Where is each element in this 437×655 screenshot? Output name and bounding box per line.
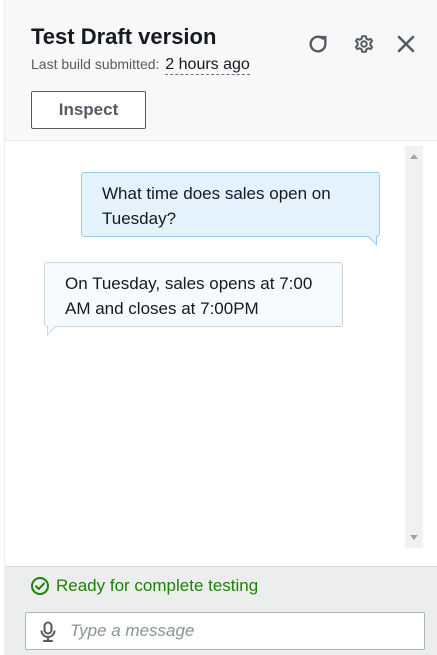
testing-status: Ready for complete testing bbox=[30, 576, 258, 596]
panel-title: Test Draft version bbox=[31, 24, 217, 49]
message-input-box[interactable] bbox=[25, 612, 425, 650]
settings-button[interactable] bbox=[351, 31, 377, 57]
panel-header: Test Draft version Last build submitted:… bbox=[5, 0, 437, 141]
test-bot-panel: Test Draft version Last build submitted:… bbox=[4, 0, 437, 655]
bot-bubble-tail-fill bbox=[48, 325, 56, 334]
scroll-up-arrow-icon[interactable] bbox=[410, 154, 418, 159]
message-input[interactable] bbox=[70, 613, 420, 649]
panel-footer: Ready for complete testing bbox=[5, 566, 437, 655]
refresh-button[interactable] bbox=[305, 31, 331, 57]
microphone-icon[interactable] bbox=[40, 621, 56, 648]
conversation-area[interactable]: What time does sales open on Tuesday? On… bbox=[5, 142, 437, 566]
scroll-down-arrow-icon[interactable] bbox=[410, 535, 418, 540]
user-message-bubble: What time does sales open on Tuesday? bbox=[81, 172, 380, 237]
build-status-line: Last build submitted: 2 hours ago bbox=[31, 56, 250, 75]
bot-message-bubble: On Tuesday, sales opens at 7:00 AM and c… bbox=[44, 262, 343, 327]
settings-icon bbox=[354, 35, 374, 53]
conversation-scrollbar[interactable] bbox=[405, 146, 423, 548]
inspect-button[interactable]: Inspect bbox=[31, 91, 146, 129]
close-icon bbox=[397, 35, 415, 53]
check-circle-icon bbox=[31, 577, 49, 595]
user-bubble-tail-fill bbox=[368, 235, 376, 244]
refresh-icon bbox=[309, 35, 327, 53]
status-text: Ready for complete testing bbox=[56, 576, 259, 595]
build-label: Last build submitted: bbox=[31, 56, 160, 72]
close-button[interactable] bbox=[393, 31, 419, 57]
build-time[interactable]: 2 hours ago bbox=[165, 56, 250, 75]
